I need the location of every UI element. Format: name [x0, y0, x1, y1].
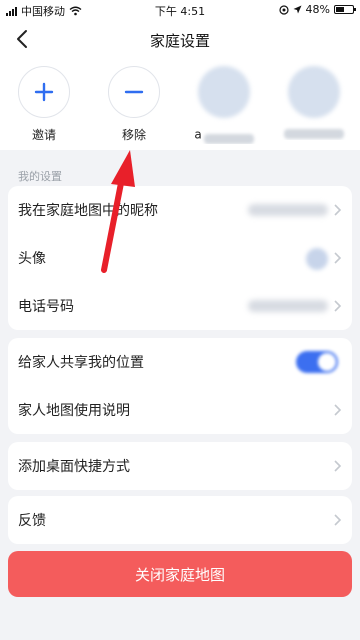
chevron-right-icon — [334, 204, 342, 216]
share-location-toggle[interactable] — [296, 351, 338, 373]
phone-value — [248, 300, 328, 312]
battery-icon — [334, 5, 356, 14]
member-name — [278, 126, 350, 140]
phone-row[interactable]: 电话号码 — [8, 282, 352, 330]
battery-percent: 48% — [305, 3, 330, 16]
map-guide-label: 家人地图使用说明 — [18, 403, 130, 419]
chevron-right-icon — [334, 404, 342, 416]
member-name-blurred — [203, 134, 254, 144]
page-title: 家庭设置 — [149, 32, 210, 50]
status-bar: 中国移动 下午 4:51 48% — [0, 0, 360, 20]
share-location-row: 给家人共享我的位置 — [8, 338, 352, 386]
family-member-avatar[interactable]: a — [188, 66, 260, 144]
chevron-right-icon — [334, 300, 342, 312]
invite-circle — [18, 66, 70, 118]
invite-member-button[interactable]: 邀请 — [8, 66, 80, 143]
member-name: a — [188, 126, 260, 144]
avatar — [306, 248, 328, 270]
member-name-blurred — [284, 128, 344, 139]
chevron-right-icon — [334, 514, 342, 526]
chevron-right-icon — [334, 460, 342, 472]
shortcut-card: 添加桌面快捷方式 — [8, 442, 352, 490]
family-member-avatar[interactable] — [278, 66, 350, 140]
avatar-row[interactable]: 头像 — [8, 234, 352, 282]
map-guide-row[interactable]: 家人地图使用说明 — [8, 386, 352, 434]
nickname-label: 我在家庭地图中的昵称 — [18, 203, 158, 219]
share-location-label: 给家人共享我的位置 — [18, 355, 144, 371]
minus-icon — [124, 90, 144, 94]
invite-label: 邀请 — [31, 128, 56, 142]
chevron-right-icon — [334, 252, 342, 264]
feedback-card: 反馈 — [8, 496, 352, 544]
feedback-row[interactable]: 反馈 — [8, 496, 352, 544]
avatar — [198, 66, 250, 118]
close-family-map-button[interactable]: 关闭家庭地图 — [8, 551, 352, 597]
status-right: 48% — [278, 3, 356, 16]
avatar-label: 头像 — [18, 251, 46, 267]
annotation-arrow-head — [111, 150, 135, 187]
avatar — [288, 66, 340, 118]
add-shortcut-label: 添加桌面快捷方式 — [18, 459, 130, 475]
feedback-label: 反馈 — [18, 513, 46, 529]
remove-member-button[interactable]: 移除 — [98, 66, 170, 143]
section-title: 我的设置 — [18, 170, 62, 183]
add-shortcut-row[interactable]: 添加桌面快捷方式 — [8, 442, 352, 490]
plus-icon — [34, 82, 54, 102]
sharing-card: 给家人共享我的位置 家人地图使用说明 — [8, 338, 352, 434]
header-area: 家庭设置 邀请 移除 a — [0, 20, 360, 150]
location-arrow-icon — [293, 5, 302, 14]
my-settings-card: 我在家庭地图中的昵称 头像 电话号码 — [8, 186, 352, 330]
phone-label: 电话号码 — [18, 299, 74, 315]
nav-bar: 家庭设置 — [0, 20, 360, 58]
member-name-visible: a — [194, 127, 202, 142]
remove-label: 移除 — [121, 128, 146, 142]
member-list: 邀请 移除 a — [0, 66, 360, 150]
nickname-value — [248, 204, 328, 216]
remove-circle — [108, 66, 160, 118]
nickname-row[interactable]: 我在家庭地图中的昵称 — [8, 186, 352, 234]
location-services-icon — [278, 4, 289, 15]
